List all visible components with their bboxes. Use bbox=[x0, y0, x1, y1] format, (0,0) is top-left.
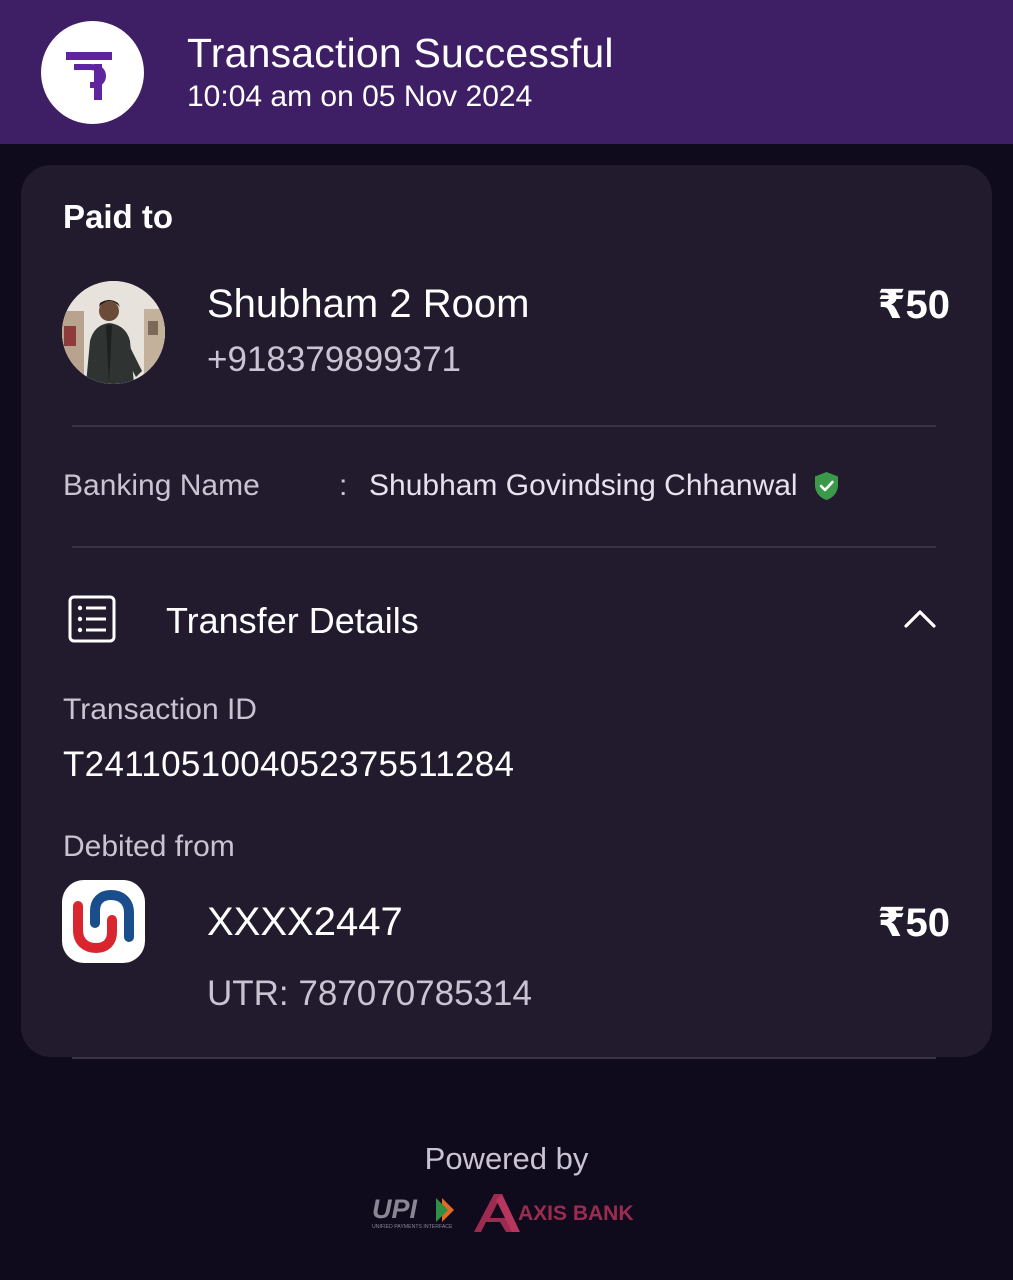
divider bbox=[72, 425, 936, 427]
transaction-status-title: Transaction Successful bbox=[187, 30, 614, 76]
divider bbox=[72, 546, 936, 548]
svg-text:UNIFIED PAYMENTS INTERFACE: UNIFIED PAYMENTS INTERFACE bbox=[372, 1224, 453, 1230]
svg-text:UPI: UPI bbox=[372, 1194, 418, 1224]
transaction-id-value[interactable]: T2411051004052375511284 bbox=[63, 745, 514, 785]
transaction-header: Transaction Successful 10:04 am on 05 No… bbox=[0, 0, 1013, 144]
axis-bank-logo: AXIS BANK bbox=[474, 1194, 634, 1232]
debited-account-number: XXXX2447 bbox=[207, 900, 403, 944]
svg-text:AXIS BANK: AXIS BANK bbox=[518, 1202, 634, 1225]
transfer-details-label[interactable]: Transfer Details bbox=[166, 600, 419, 642]
payee-avatar[interactable] bbox=[62, 281, 165, 384]
phonepe-logo-icon bbox=[41, 21, 144, 124]
paid-amount: ₹50 bbox=[877, 283, 950, 327]
transaction-timestamp: 10:04 am on 05 Nov 2024 bbox=[187, 80, 533, 113]
chevron-up-icon[interactable] bbox=[900, 602, 940, 632]
paid-to-heading: Paid to bbox=[63, 198, 174, 235]
payee-name: Shubham 2 Room bbox=[207, 282, 530, 326]
banking-name-label: Banking Name bbox=[63, 469, 260, 502]
verified-shield-icon bbox=[815, 472, 838, 500]
divider bbox=[72, 1057, 936, 1059]
payee-phone: +918379899371 bbox=[207, 340, 462, 379]
debited-from-label: Debited from bbox=[63, 830, 235, 863]
debited-amount: ₹50 bbox=[877, 901, 950, 945]
banking-name-separator: : bbox=[339, 469, 348, 502]
banking-name-value: Shubham Govindsing Chhanwal bbox=[369, 469, 798, 502]
transaction-id-label: Transaction ID bbox=[63, 693, 257, 726]
powered-by-label: Powered by bbox=[424, 1141, 589, 1176]
receipt-list-icon bbox=[68, 595, 116, 643]
upi-logo: UPI UNIFIED PAYMENTS INTERFACE bbox=[372, 1194, 454, 1230]
utr-number[interactable]: UTR: 787070785314 bbox=[207, 974, 532, 1014]
union-bank-logo bbox=[62, 880, 145, 963]
